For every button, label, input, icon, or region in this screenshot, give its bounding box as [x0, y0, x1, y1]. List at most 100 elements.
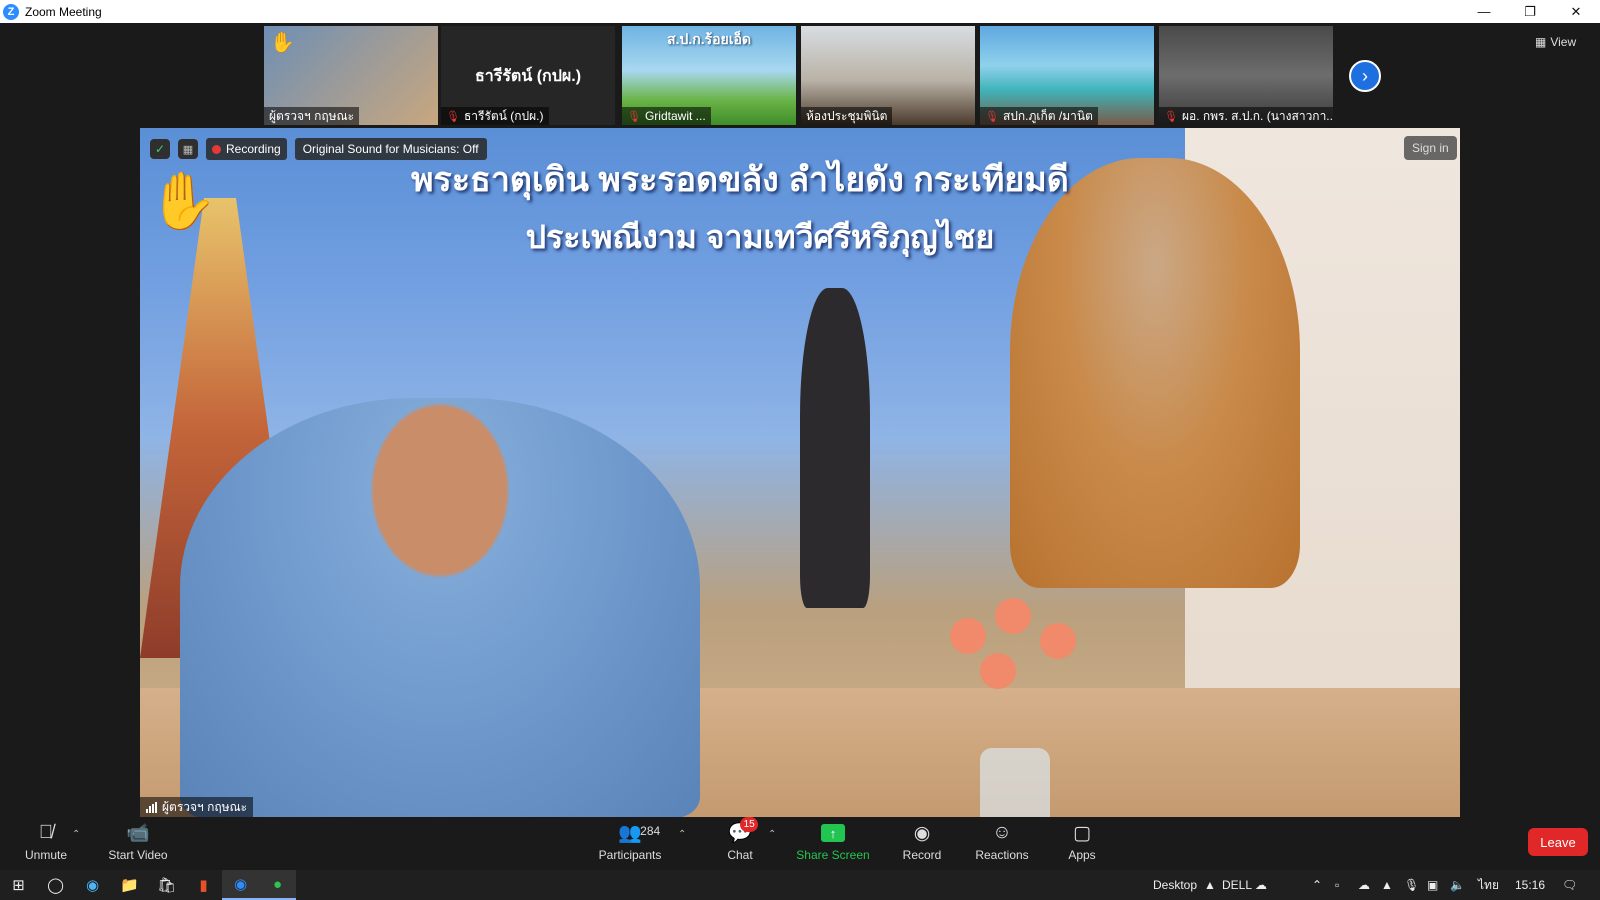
recording-indicator[interactable]: Recording — [206, 138, 287, 160]
mic-muted-icon: 🎙 — [1164, 110, 1178, 123]
speaker-name: ผู้ตรวจฯ กฤษณะ — [162, 799, 248, 814]
clock-time[interactable]: 15:16 — [1515, 870, 1545, 900]
chat-button[interactable]: 💬 15 Chat — [700, 817, 780, 867]
office-icon[interactable]: ▮ — [185, 870, 222, 900]
cloud-icon[interactable]: ☁ — [1358, 870, 1370, 900]
raise-hand-icon: ✋ — [148, 169, 218, 232]
apps-button[interactable]: ▢ Apps — [1042, 821, 1122, 867]
start-video-label: Start Video — [108, 848, 168, 862]
participant-name-text: สปก.ภูเก็ต /มานิต — [1002, 108, 1093, 123]
record-label: Record — [902, 848, 942, 862]
next-page-chevron-icon[interactable]: › — [1349, 60, 1381, 92]
grid-view-icon: ▦ — [1535, 35, 1547, 49]
mic-muted-icon: 🎙 — [446, 110, 460, 123]
participant-tile[interactable]: ห้องประชุมพินิต — [801, 26, 975, 125]
close-button[interactable]: ✕ — [1553, 0, 1599, 23]
participant-name-text: Gridtawit ... — [644, 109, 706, 123]
restore-button[interactable]: ❐ — [1507, 0, 1553, 23]
file-explorer-icon[interactable]: 📁 — [111, 870, 148, 900]
participant-name: ผู้ตรวจฯ กฤษณะ — [264, 107, 360, 125]
meeting-toolbar: 🎙̸ Unmute ⌃ 📹 Start Video 👥 284 Participa… — [0, 817, 1600, 870]
banner-text-line1: พระธาตุเดิน พระรอดขลัง ลำไยดัง กระเทียมด… — [411, 161, 1069, 199]
tray-chevron-up-icon[interactable]: ⌃ — [1312, 870, 1322, 900]
original-sound-toggle[interactable]: Original Sound for Musicians: Off — [294, 138, 487, 160]
apps-label: Apps — [1068, 848, 1096, 862]
dell-icon[interactable]: ▲ — [1204, 870, 1216, 900]
volume-icon[interactable]: 🔈 — [1450, 870, 1465, 900]
participant-name: 🎙 ผอ. กพร. ส.ป.ก. (นางสาวกา... — [1159, 107, 1333, 125]
line-app-icon[interactable]: ● — [259, 870, 296, 900]
participant-tile[interactable]: ✋ ผู้ตรวจฯ กฤษณะ — [264, 26, 438, 125]
audio-options-chevron-icon[interactable]: ⌃ — [72, 829, 80, 840]
participant-name-text: ห้องประชุมพินิต — [806, 108, 888, 123]
mic-tray-icon[interactable]: 🎙 — [1404, 870, 1419, 900]
video-camera-off-icon: 📹 — [126, 823, 150, 844]
apps-icon: ▢ — [1073, 822, 1091, 844]
meeting-status-bar: ✓ ▦ Recording Original Sound for Musicia… — [150, 137, 487, 161]
share-screen-button[interactable]: ↑ Share Screen — [793, 821, 873, 867]
window-titlebar: Z Zoom Meeting — ❐ ✕ — [0, 0, 1600, 23]
input-language[interactable]: ไทย — [1478, 870, 1499, 900]
monitor-tray-icon[interactable]: ▣ — [1427, 870, 1438, 900]
sign-in-button[interactable]: Sign in — [1404, 136, 1457, 160]
participant-center-name: ธารีรัตน์ (กปผ.) — [474, 68, 582, 85]
weather-icon[interactable]: ☁ — [1255, 870, 1267, 900]
participants-count: 284 — [640, 824, 661, 838]
active-speaker-video: พระธาตุเดิน พระรอดขลัง ลำไยดัง กระเทียมด… — [140, 128, 1460, 817]
start-video-button[interactable]: 📹 Start Video — [98, 821, 178, 867]
microphone-muted-icon: 🎙̸ — [38, 822, 54, 843]
participant-tile[interactable]: ธารีรัตน์ (กปผ.) 🎙 ธารีรัตน์ (กปผ.) — [441, 26, 615, 125]
participant-name: ห้องประชุมพินิต — [801, 107, 893, 125]
recording-label: Recording — [226, 142, 281, 156]
participants-label: Participants — [598, 848, 662, 862]
original-sound-label: Original Sound for Musicians: Off — [302, 142, 479, 156]
video-vase — [980, 748, 1050, 817]
record-button[interactable]: ◉ Record — [882, 821, 962, 867]
banner-text-line2: ประเพณีงาม จามเทวีศรีหริภุญไชย — [525, 219, 995, 255]
chat-bubble-icon: 💬 15 — [728, 817, 759, 845]
record-icon: ◉ — [913, 822, 931, 844]
gallery-strip: ✋ ผู้ตรวจฯ กฤษณะ ธารีรัตน์ (กปผ.) 🎙 ธารีร… — [0, 23, 1600, 128]
security-shield-icon[interactable]: ✓ — [150, 139, 170, 159]
minimize-button[interactable]: — — [1461, 0, 1507, 23]
video-speaker-person — [180, 398, 700, 817]
tile-background-text: ส.ป.ก.ร้อยเอ็ด — [667, 31, 751, 47]
windows-start-icon[interactable]: ⊞ — [0, 870, 37, 900]
participant-tile[interactable]: 🎙 สปก.ภูเก็ต /มานิต — [980, 26, 1154, 125]
share-screen-icon-wrap: ↑ — [821, 821, 845, 845]
video-background-statue — [800, 288, 870, 608]
notification-icon[interactable]: 🗨 — [1562, 870, 1577, 900]
network-icon[interactable]: ▫ — [1335, 870, 1339, 900]
view-button[interactable]: ▦ View — [1535, 35, 1576, 49]
meeting-info-icon[interactable]: ▦ — [178, 139, 198, 159]
wifi-icon[interactable]: ▲ — [1381, 870, 1393, 900]
participant-name: 🎙 สปก.ภูเก็ต /มานิต — [980, 107, 1098, 125]
search-circle-icon[interactable]: ◯ — [37, 870, 74, 900]
raise-hand-icon: ✋ — [270, 32, 295, 54]
recording-dot-icon — [212, 144, 221, 154]
participants-button[interactable]: 👥 284 Participants — [590, 821, 670, 867]
smiley-icon: ☺ — [992, 822, 1012, 843]
participant-name-text: ผู้ตรวจฯ กฤษณะ — [269, 108, 355, 123]
reactions-label: Reactions — [975, 848, 1029, 862]
dell-label[interactable]: DELL — [1222, 870, 1252, 900]
participant-tile[interactable]: 🎙 ผอ. กพร. ส.ป.ก. (นางสาวกา... — [1159, 26, 1333, 125]
speaker-name-label: ผู้ตรวจฯ กฤษณะ — [140, 797, 254, 817]
unmute-label: Unmute — [24, 848, 68, 862]
edge-browser-icon[interactable]: ◉ — [74, 870, 111, 900]
signal-strength-icon — [146, 801, 157, 813]
unmute-button[interactable]: 🎙̸ Unmute — [6, 821, 86, 867]
view-label: View — [1550, 35, 1577, 49]
leave-button[interactable]: Leave — [1528, 828, 1588, 856]
store-icon[interactable]: 🛍 — [148, 870, 185, 900]
participant-tile[interactable]: ส.ป.ก.ร้อยเอ็ด 🎙 Gridtawit ... — [622, 26, 796, 125]
participants-options-chevron-icon[interactable]: ⌃ — [678, 829, 686, 840]
desktop-toolbar-label[interactable]: Desktop — [1153, 870, 1197, 900]
chat-options-chevron-icon[interactable]: ⌃ — [768, 829, 776, 840]
share-screen-label: Share Screen — [796, 848, 870, 862]
zoom-taskbar-icon[interactable]: ◉ — [222, 870, 259, 900]
zoom-logo-icon: Z — [3, 3, 19, 20]
participants-icon: 👥 284 — [618, 823, 661, 844]
reactions-button[interactable]: ☺ Reactions — [962, 821, 1042, 867]
participant-name-text: ผอ. กพร. ส.ป.ก. (นางสาวกา... — [1181, 108, 1333, 123]
